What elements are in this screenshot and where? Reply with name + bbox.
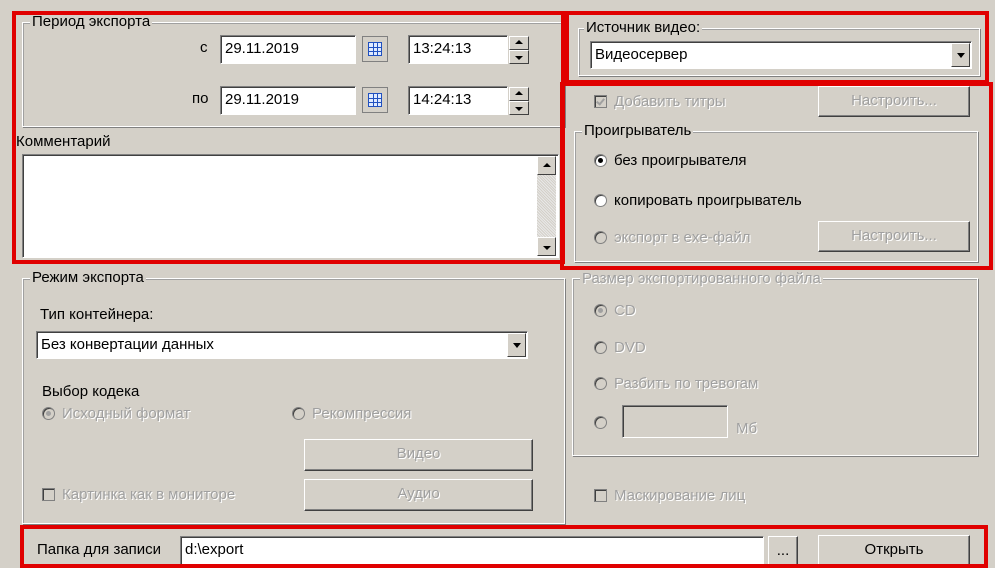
container-type-select[interactable]: Без конвертации данных: [36, 331, 528, 359]
to-time-down-button[interactable]: [509, 101, 529, 115]
size-cd-label: CD: [614, 302, 636, 319]
scroll-down-button[interactable]: [537, 237, 556, 256]
codec-recompress-label: Рекомпрессия: [312, 405, 412, 422]
monitor-picture-label: Картинка как в мониторе: [62, 486, 236, 503]
comment-label: Комментарий: [16, 133, 111, 150]
export-mode-title: Режим экспорта: [30, 269, 146, 286]
player-title: Проигрыватель: [582, 122, 694, 139]
to-time-up-button[interactable]: [509, 87, 529, 101]
from-time-down-button[interactable]: [509, 50, 529, 64]
folder-path-input[interactable]: d:\export: [180, 536, 764, 566]
size-cd-radio[interactable]: [594, 304, 607, 317]
from-date-field[interactable]: 29.11.2019: [220, 35, 356, 64]
to-label: по: [192, 90, 209, 107]
from-label: с: [200, 39, 208, 56]
video-source-select[interactable]: Видеосервер: [590, 41, 972, 69]
to-date-field[interactable]: 29.11.2019: [220, 86, 356, 115]
codec-label: Выбор кодека: [42, 383, 140, 400]
calendar-icon: [368, 93, 382, 107]
browse-folder-button[interactable]: ...: [768, 536, 798, 566]
add-titles-label: Добавить титры: [614, 93, 726, 110]
open-folder-button[interactable]: Открыть: [818, 535, 970, 568]
size-alarm-split-label: Разбить по тревогам: [614, 375, 759, 392]
codec-recompress-radio[interactable]: [292, 407, 305, 420]
player-exe-label: экспорт в exe-файл: [614, 229, 751, 246]
size-custom-radio[interactable]: [594, 416, 607, 429]
comment-textarea[interactable]: [22, 154, 559, 258]
player-exe-radio[interactable]: [594, 231, 607, 244]
codec-original-label: Исходный формат: [62, 405, 191, 422]
face-mask-label: Маскирование лиц: [614, 487, 746, 504]
add-titles-checkbox[interactable]: [594, 95, 607, 108]
size-dvd-radio[interactable]: [594, 341, 607, 354]
monitor-picture-checkbox[interactable]: [42, 488, 55, 501]
player-copy-radio[interactable]: [594, 194, 607, 207]
titles-configure-button[interactable]: Настроить...: [818, 86, 970, 117]
codec-original-radio[interactable]: [42, 407, 55, 420]
video-source-title: Источник видео:: [584, 19, 703, 36]
player-none-radio[interactable]: [594, 154, 607, 167]
comment-scrollbar[interactable]: [537, 156, 556, 256]
to-calendar-button[interactable]: [362, 87, 388, 113]
from-time-up-button[interactable]: [509, 36, 529, 50]
file-size-title: Размер экспортированного файла: [580, 270, 823, 288]
size-alarm-split-radio[interactable]: [594, 377, 607, 390]
video-button[interactable]: Видео: [304, 439, 533, 471]
video-source-dropdown-button[interactable]: [951, 43, 970, 67]
player-configure-button[interactable]: Настроить...: [818, 221, 970, 252]
player-copy-label: копировать проигрыватель: [614, 192, 802, 209]
face-mask-checkbox[interactable]: [594, 489, 607, 502]
size-dvd-label: DVD: [614, 339, 646, 356]
to-time-field[interactable]: 14:24:13: [408, 86, 508, 115]
size-custom-input[interactable]: [622, 405, 728, 438]
from-time-field[interactable]: 13:24:13: [408, 35, 508, 64]
container-type-dropdown-button[interactable]: [507, 333, 526, 357]
calendar-icon: [368, 42, 382, 56]
player-none-label: без проигрывателя: [614, 152, 747, 169]
export-period-title: Период экспорта: [30, 13, 153, 30]
from-calendar-button[interactable]: [362, 36, 388, 62]
size-unit-label: Мб: [736, 420, 758, 437]
audio-button[interactable]: Аудио: [304, 479, 533, 511]
folder-label: Папка для записи: [37, 541, 162, 558]
scroll-up-button[interactable]: [537, 156, 556, 175]
container-type-label: Тип контейнера:: [40, 306, 154, 323]
